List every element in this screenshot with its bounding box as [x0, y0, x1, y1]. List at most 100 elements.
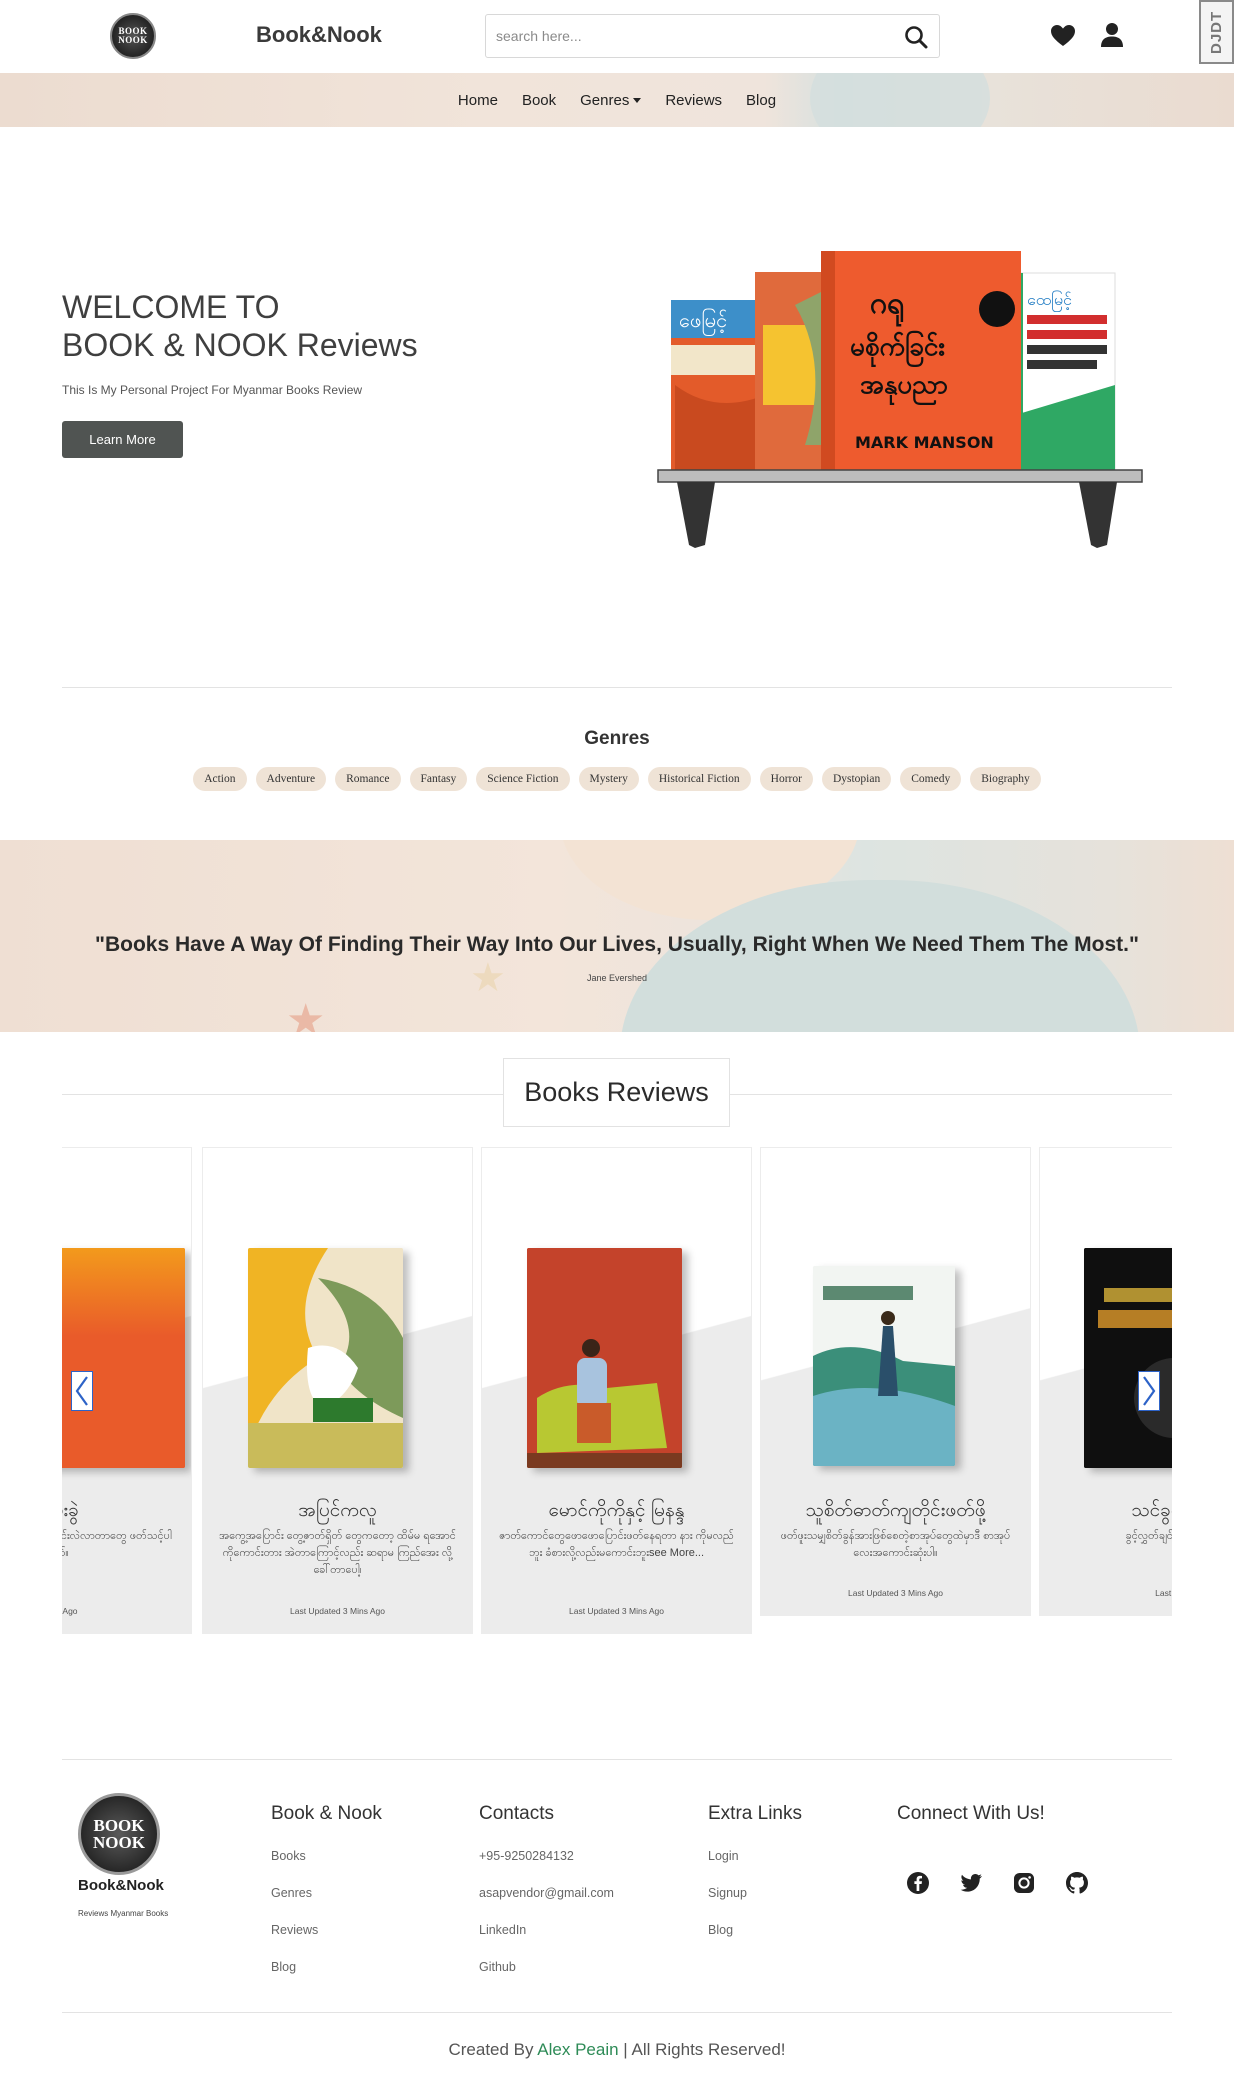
footer-divider	[62, 1759, 1172, 1760]
genre-tag-comedy[interactable]: Comedy	[900, 767, 962, 791]
site-logo[interactable]: BOOK NOOK	[110, 13, 156, 59]
footer-link-github[interactable]: Github	[479, 1960, 614, 1997]
top-header: BOOK NOOK Book&Nook DJDT	[0, 0, 1234, 73]
genre-tag-mystery[interactable]: Mystery	[578, 767, 639, 791]
star-icon: ★	[286, 996, 326, 1032]
instagram-icon	[1014, 1873, 1034, 1893]
search-icon	[905, 26, 928, 49]
wishlist-button[interactable]	[1050, 24, 1076, 48]
footer-brand: Book&Nook	[78, 1877, 164, 1894]
github-link[interactable]	[1065, 1871, 1089, 1895]
footer-link-linkedin[interactable]: LinkedIn	[479, 1923, 614, 1960]
footer-link-email[interactable]: asapvendor@gmail.com	[479, 1886, 614, 1923]
genre-tag-biography[interactable]: Biography	[970, 767, 1041, 791]
genre-tag-action[interactable]: Action	[193, 767, 247, 791]
footer-column-title: Book & Nook	[271, 1803, 382, 1824]
review-card-title: သမ်းခွဲ	[62, 1500, 79, 1521]
nav-bar: Home Book Genres Reviews Blog	[0, 73, 1234, 127]
quote-banner: ★ ★ "Books Have A Way Of Finding Their W…	[0, 840, 1234, 1032]
review-card-description: ဇာတ်ကောင်တွေဖောဖောပြောင်းဖတ်နေရတာ နား ကိ…	[499, 1530, 734, 1559]
hero-title-line-1: WELCOME TO	[62, 289, 280, 325]
twitter-icon	[960, 1874, 982, 1892]
footer-logo-line-1: BOOK	[93, 1816, 145, 1835]
chevron-left-icon	[75, 1376, 88, 1406]
search-input[interactable]	[496, 15, 876, 57]
review-card[interactable]: မောင်ကိုကိုနှင့် မြနန္ဒ ဇာတ်ကောင်တွေဖောဖ…	[481, 1147, 752, 1634]
review-card-title: သင်ခွင့်လွှတ်	[1131, 1500, 1172, 1521]
genre-tag-horror[interactable]: Horror	[759, 767, 813, 791]
review-card[interactable]: သူစိတ်ဓာတ်ကျတိုင်းဖတ်ဖို့ ဖတ်ဖူးသမျှစိတ်…	[760, 1147, 1031, 1616]
nav-reviews[interactable]: Reviews	[653, 92, 734, 109]
book-4-title: ထေမြင့်	[1027, 290, 1072, 312]
book-cover	[62, 1248, 185, 1468]
nav-genres-dropdown[interactable]: Genres	[568, 92, 653, 109]
footer-link-signup[interactable]: Signup	[708, 1886, 802, 1923]
nav-blog[interactable]: Blog	[734, 92, 788, 109]
shelf-bracket-right	[1079, 482, 1117, 548]
nav-menu: Home Book Genres Reviews Blog	[0, 73, 1234, 127]
review-card[interactable]: အပြင်ကလူ အကွေ့အပြောင်း တွေ့ဇာတ်ရှိတ် တွေ…	[202, 1147, 473, 1634]
heart-icon	[1051, 25, 1075, 46]
carousel-prev-button[interactable]	[71, 1371, 93, 1411]
review-card-description: အကွေ့အပြောင်း တွေ့ဇာတ်ရှိတ် တွေကတော့ ထိမ…	[219, 1530, 456, 1576]
footer-link-blog[interactable]: Blog	[271, 1960, 382, 1997]
nav-genres-label: Genres	[580, 91, 630, 109]
instagram-link[interactable]	[1012, 1871, 1036, 1895]
genres-title: Genres	[584, 728, 650, 749]
nav-book[interactable]: Book	[510, 92, 568, 109]
carousel-next-button[interactable]	[1138, 1371, 1160, 1411]
caret-down-icon	[633, 97, 642, 103]
facebook-link[interactable]	[906, 1871, 930, 1895]
github-icon	[1066, 1872, 1088, 1894]
learn-more-button[interactable]: Learn More	[62, 421, 183, 458]
account-button[interactable]	[1100, 22, 1124, 48]
footer-link-reviews[interactable]: Reviews	[271, 1923, 382, 1960]
book-cover	[813, 1266, 955, 1466]
footer-logo[interactable]: BOOK NOOK	[78, 1793, 160, 1875]
hero-title-line-2: BOOK & NOOK Reviews	[62, 327, 418, 363]
brand-name[interactable]: Book&Nook	[256, 22, 382, 48]
book-cover-art	[527, 1248, 682, 1468]
review-card-updated: Last Updated 3 Mins Ago	[290, 1606, 385, 1616]
bookshelf-illustration: ဖေမြင့် ထေမြင့် ဂရု မစိုက်ခြင်း အနုပညာ M…	[657, 251, 1143, 548]
debug-toolbar-badge[interactable]: DJDT	[1199, 0, 1234, 64]
copyright-prefix: Created By	[448, 2040, 538, 2059]
search-button[interactable]	[903, 24, 929, 50]
genre-tag-historical-fiction[interactable]: Historical Fiction	[647, 767, 751, 791]
hero-title: WELCOME TO BOOK & NOOK Reviews	[62, 288, 418, 364]
footer-link-blog-extra[interactable]: Blog	[708, 1923, 802, 1960]
book-cover-art	[248, 1248, 403, 1468]
footer-column-title: Extra Links	[708, 1803, 802, 1824]
search-box	[485, 14, 940, 58]
review-card-description: ဖတ်ဖူးသမျှစိတ်ခွန်အားဖြစ်စေတဲ့စာအုပ်တွေထ…	[780, 1530, 1011, 1559]
footer-link-genres[interactable]: Genres	[271, 1886, 382, 1923]
footer-link-login[interactable]: Login	[708, 1849, 802, 1886]
review-card-description: ခွင့်လွှတ်ချင်တယ်လွှတ်ပြ	[1125, 1530, 1172, 1542]
genre-tag-romance[interactable]: Romance	[335, 767, 401, 791]
genre-tag-fantasy[interactable]: Fantasy	[409, 767, 468, 791]
footer-link-books[interactable]: Books	[271, 1849, 382, 1886]
copyright-suffix: | All Rights Reserved!	[618, 2040, 786, 2059]
copyright-author-link[interactable]: Alex Peain	[537, 2040, 618, 2059]
section-divider	[62, 687, 1172, 688]
logo-line-2: NOOK	[118, 35, 148, 45]
genre-tag-science-fiction[interactable]: Science Fiction	[476, 767, 570, 791]
footer-column-book-nook: Book & Nook Books Genres Reviews Blog	[271, 1803, 382, 1997]
twitter-link[interactable]	[959, 1871, 983, 1895]
review-card-title: သူစိတ်ဓာတ်ကျတိုင်းဖတ်ဖို့	[805, 1500, 986, 1521]
footer-link-phone[interactable]: +95-9250284132	[479, 1849, 614, 1886]
reviews-carousel: သမ်းခွဲ စ်အုပ်ပါကျော်စာအုပ်ဖတ် ပြောင်းလဲ…	[62, 1147, 1172, 1634]
quote-text: "Books Have A Way Of Finding Their Way I…	[95, 933, 1139, 956]
book-cover	[1084, 1248, 1172, 1468]
genre-tag-dystopian[interactable]: Dystopian	[821, 767, 892, 791]
footer-tagline: Reviews Myanmar Books	[78, 1909, 169, 1918]
book-cover-front: ဂရု မစိုက်ခြင်း အနုပညာ MARK MANSON	[821, 251, 1021, 470]
footer-logo-line-2: NOOK	[93, 1833, 145, 1852]
book-cover	[527, 1248, 682, 1468]
nav-home[interactable]: Home	[446, 92, 510, 109]
book-cover	[248, 1248, 403, 1468]
book-cover-4: ထေမြင့်	[1014, 272, 1116, 471]
genre-tag-adventure[interactable]: Adventure	[255, 767, 327, 791]
book-1-title: ဖေမြင့်	[679, 308, 727, 336]
facebook-icon	[907, 1872, 929, 1894]
